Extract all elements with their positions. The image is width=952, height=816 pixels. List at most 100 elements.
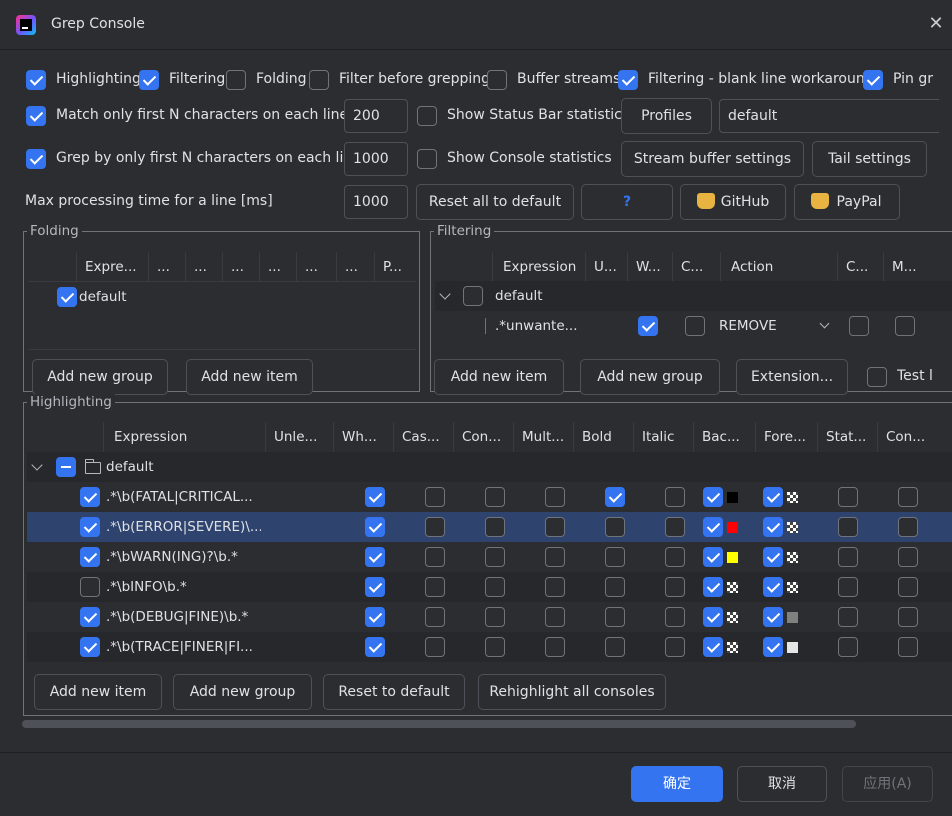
hl-row-italic-checkbox[interactable] <box>665 487 685 507</box>
hl-row-background-checkbox[interactable] <box>703 637 723 657</box>
hl-row-whole-checkbox[interactable] <box>365 577 385 597</box>
hl-row-status-checkbox[interactable] <box>838 607 858 627</box>
hl-row-continue-checkbox[interactable] <box>485 637 505 657</box>
hl-col-foreground[interactable]: Fore... <box>755 422 817 452</box>
profiles-button[interactable]: Profiles <box>621 98 712 134</box>
hl-row-foreground-swatch[interactable] <box>787 642 798 653</box>
ok-button[interactable]: 确定 <box>631 766 723 802</box>
hl-row-background-checkbox[interactable] <box>703 547 723 567</box>
hl-row-status-checkbox[interactable] <box>838 547 858 567</box>
hl-row-case-checkbox[interactable] <box>425 607 445 627</box>
pin-checkbox[interactable] <box>863 70 883 90</box>
close-icon[interactable]: ✕ <box>926 14 946 34</box>
hl-row-background-swatch[interactable] <box>727 492 738 503</box>
folding-col-3[interactable]: ... <box>185 252 222 281</box>
filtering-add-group-button[interactable]: Add new group <box>580 359 720 395</box>
filtering-extension-button[interactable]: Extension... <box>736 359 848 395</box>
hl-row-italic-checkbox[interactable] <box>665 577 685 597</box>
hl-col-case[interactable]: Cas... <box>393 422 453 452</box>
console-stats-checkbox[interactable] <box>417 149 437 169</box>
hl-row[interactable]: .*\b(DEBUG|FINE)\b.* <box>27 602 952 632</box>
hl-col-whole[interactable]: Wh... <box>333 422 393 452</box>
hl-rehighlight-button[interactable]: Rehighlight all consoles <box>478 674 666 710</box>
hl-row[interactable]: .*\bINFO\b.* <box>27 572 952 602</box>
hl-row-continue-checkbox[interactable] <box>485 517 505 537</box>
hl-row-italic-checkbox[interactable] <box>665 517 685 537</box>
hl-row-expression[interactable]: .*\b(ERROR|SEVERE)\... <box>106 512 261 542</box>
grep-first-n-checkbox[interactable] <box>26 149 46 169</box>
hl-row-enabled-checkbox[interactable] <box>80 547 100 567</box>
apply-button[interactable]: 应用(A) <box>842 766 933 802</box>
hl-group-row[interactable]: default <box>27 452 952 482</box>
cancel-button[interactable]: 取消 <box>737 766 827 802</box>
hl-row-foreground-checkbox[interactable] <box>763 607 783 627</box>
hl-row-console-checkbox[interactable] <box>898 637 918 657</box>
match-first-n-input[interactable]: 200 <box>344 99 408 133</box>
hl-row-bold-checkbox[interactable] <box>605 577 625 597</box>
hl-row-status-checkbox[interactable] <box>838 517 858 537</box>
hl-row-foreground-swatch[interactable] <box>787 522 798 533</box>
hl-row-continue-checkbox[interactable] <box>485 577 505 597</box>
filtering-checkbox[interactable] <box>139 70 159 90</box>
hl-row-multi-checkbox[interactable] <box>545 577 565 597</box>
filtering-row-expression[interactable]: .*unwante... <box>495 311 583 341</box>
hl-row-background-checkbox[interactable] <box>703 487 723 507</box>
hl-row-background-swatch[interactable] <box>727 552 738 563</box>
hl-col-unless[interactable]: Unle... <box>265 422 333 452</box>
filtering-row-whole-checkbox[interactable] <box>638 316 658 336</box>
hl-row-foreground-swatch[interactable] <box>787 552 798 563</box>
hl-row-background-swatch[interactable] <box>727 612 738 623</box>
hl-row-expression[interactable]: .*\b(DEBUG|FINE)\b.* <box>106 602 261 632</box>
hl-row-enabled-checkbox[interactable] <box>80 487 100 507</box>
hl-row-multi-checkbox[interactable] <box>545 487 565 507</box>
status-bar-stats-checkbox[interactable] <box>417 106 437 126</box>
filtering-test-checkbox[interactable] <box>867 367 887 387</box>
hl-row-italic-checkbox[interactable] <box>665 547 685 567</box>
hl-row-case-checkbox[interactable] <box>425 637 445 657</box>
hl-col-italic[interactable]: Italic <box>633 422 693 452</box>
folding-col-6[interactable]: ... <box>296 252 336 281</box>
help-button[interactable]: ? <box>581 184 673 220</box>
max-processing-input[interactable]: 1000 <box>344 185 408 219</box>
hl-row-background-swatch[interactable] <box>727 582 738 593</box>
paypal-button[interactable]: PayPal <box>794 184 900 220</box>
hl-row-background-swatch[interactable] <box>727 522 738 533</box>
filtering-add-item-button[interactable]: Add new item <box>434 359 564 395</box>
hl-col-expression[interactable]: Expression <box>103 422 265 452</box>
hl-row-bold-checkbox[interactable] <box>605 517 625 537</box>
github-button[interactable]: GitHub <box>680 184 786 220</box>
filter-before-grepping-checkbox[interactable] <box>309 70 329 90</box>
hl-row-foreground-checkbox[interactable] <box>763 517 783 537</box>
hl-row-multi-checkbox[interactable] <box>545 637 565 657</box>
filtering-col-case[interactable]: C... <box>672 252 720 282</box>
stream-buffer-settings-button[interactable]: Stream buffer settings <box>621 141 804 177</box>
filtering-col-c[interactable]: C... <box>837 252 883 282</box>
hl-row-case-checkbox[interactable] <box>425 487 445 507</box>
tail-settings-button[interactable]: Tail settings <box>812 141 927 177</box>
hl-row-multi-checkbox[interactable] <box>545 547 565 567</box>
hl-row-continue-checkbox[interactable] <box>485 607 505 627</box>
filtering-row-c-checkbox[interactable] <box>849 316 869 336</box>
hl-row-console-checkbox[interactable] <box>898 547 918 567</box>
hl-row-enabled-checkbox[interactable] <box>80 637 100 657</box>
hl-reset-button[interactable]: Reset to default <box>323 674 465 710</box>
hl-row-foreground-checkbox[interactable] <box>763 577 783 597</box>
match-first-n-checkbox[interactable] <box>26 106 46 126</box>
hl-row-expression[interactable]: .*\b(TRACE|FINER|FI... <box>106 632 261 662</box>
hl-row[interactable]: .*\b(FATAL|CRITICAL... <box>27 482 952 512</box>
hl-row-case-checkbox[interactable] <box>425 577 445 597</box>
reset-all-button[interactable]: Reset all to default <box>416 184 574 220</box>
hl-row-enabled-checkbox[interactable] <box>80 517 100 537</box>
hl-row-status-checkbox[interactable] <box>838 487 858 507</box>
filtering-row-action[interactable]: REMOVE <box>719 311 819 341</box>
folding-col-5[interactable]: ... <box>259 252 296 281</box>
grep-first-n-input[interactable]: 1000 <box>344 142 408 176</box>
hl-row-background-swatch[interactable] <box>727 642 738 653</box>
folding-checkbox[interactable] <box>226 70 246 90</box>
hl-row-console-checkbox[interactable] <box>898 577 918 597</box>
hl-row-console-checkbox[interactable] <box>898 487 918 507</box>
profile-name-input[interactable]: default <box>719 99 939 133</box>
hl-row-bold-checkbox[interactable] <box>605 487 625 507</box>
folding-col-7[interactable]: ... <box>336 252 374 281</box>
hl-row-whole-checkbox[interactable] <box>365 607 385 627</box>
